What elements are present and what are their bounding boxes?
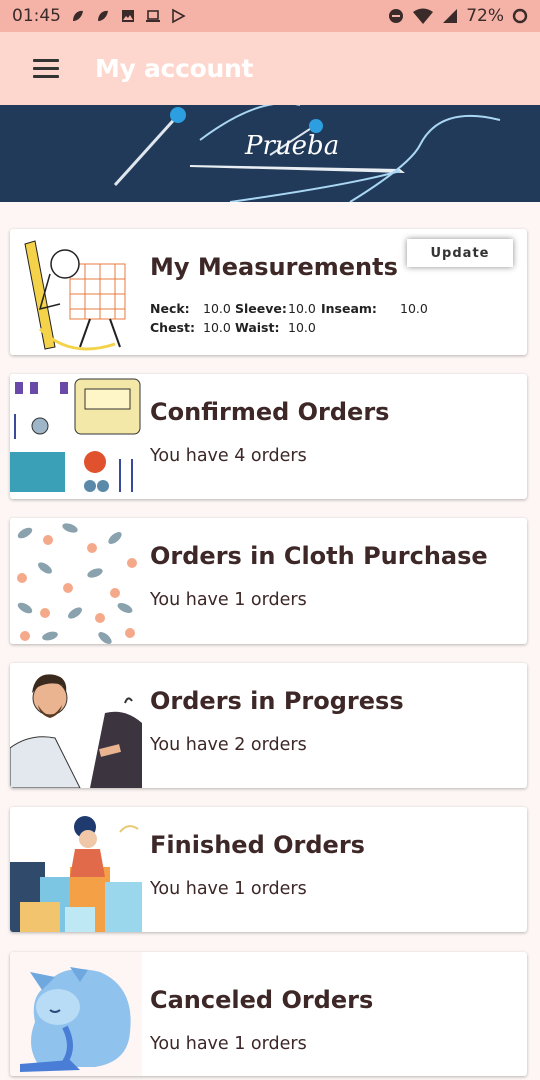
- order-card-count: You have 2 orders: [150, 735, 307, 755]
- confirmed-orders-card[interactable]: Confirmed Orders You have 4 orders: [10, 374, 527, 499]
- sewing-tools-thumbnail: [10, 374, 142, 499]
- status-left: 01:45: [12, 6, 186, 26]
- order-card-title: Confirmed Orders: [150, 398, 390, 426]
- in-progress-orders-card[interactable]: Orders in Progress You have 2 orders: [10, 663, 527, 788]
- page-title: My account: [95, 54, 254, 83]
- play-store-icon: [172, 8, 186, 24]
- order-card-title: Canceled Orders: [150, 986, 374, 1014]
- hamburger-menu-icon[interactable]: [33, 49, 73, 89]
- order-card-title: Orders in Progress: [150, 687, 404, 715]
- header-banner: Prueba: [0, 105, 540, 202]
- status-bar: 01:45 72%: [0, 0, 540, 32]
- canceled-orders-card[interactable]: Canceled Orders You have 1 orders: [10, 952, 527, 1076]
- notification-icon: [98, 10, 108, 21]
- sleeve-value: 10.0: [288, 301, 316, 316]
- signal-icon: [443, 9, 458, 23]
- banner-text: Prueba: [245, 131, 340, 161]
- sad-bear-thumbnail: [10, 952, 142, 1076]
- inseam-label: Inseam:: [321, 301, 377, 316]
- inseam-value: 10.0: [400, 301, 428, 316]
- sleeve-label: Sleeve:: [235, 301, 287, 316]
- laptop-icon: [146, 10, 160, 22]
- measurements-title: My Measurements: [150, 253, 398, 281]
- image-icon: [122, 10, 134, 22]
- tailor-thumbnail: [10, 663, 142, 788]
- waist-value: 10.0: [288, 320, 316, 335]
- notification-icon: [73, 10, 83, 21]
- waist-label: Waist:: [235, 320, 280, 335]
- shopping-thumbnail: [10, 807, 142, 932]
- order-card-count: You have 1 orders: [150, 590, 307, 610]
- order-card-count: You have 4 orders: [150, 446, 307, 466]
- chest-label: Chest:: [150, 320, 195, 335]
- order-card-count: You have 1 orders: [150, 1034, 307, 1054]
- order-card-title: Orders in Cloth Purchase: [150, 542, 488, 570]
- status-right: 72%: [388, 6, 528, 26]
- cloth-purchase-orders-card[interactable]: Orders in Cloth Purchase You have 1 orde…: [10, 518, 527, 644]
- update-button[interactable]: Update: [407, 239, 513, 267]
- finished-orders-card[interactable]: Finished Orders You have 1 orders: [10, 807, 527, 932]
- fabric-pattern-thumbnail: [10, 518, 142, 644]
- measurements-card[interactable]: My Measurements Update Neck: 10.0 Sleeve…: [10, 229, 527, 355]
- status-time: 01:45: [12, 6, 61, 26]
- app-bar: My account: [0, 32, 540, 105]
- order-card-count: You have 1 orders: [150, 879, 307, 899]
- wifi-icon: [413, 8, 434, 24]
- chest-value: 10.0: [203, 320, 231, 335]
- dnd-icon: [389, 9, 404, 23]
- battery-percent: 72%: [466, 6, 504, 26]
- battery-icon: [512, 8, 528, 24]
- neck-value: 10.0: [203, 301, 231, 316]
- order-card-title: Finished Orders: [150, 831, 365, 859]
- measurements-thumbnail: [10, 229, 142, 355]
- neck-label: Neck:: [150, 301, 190, 316]
